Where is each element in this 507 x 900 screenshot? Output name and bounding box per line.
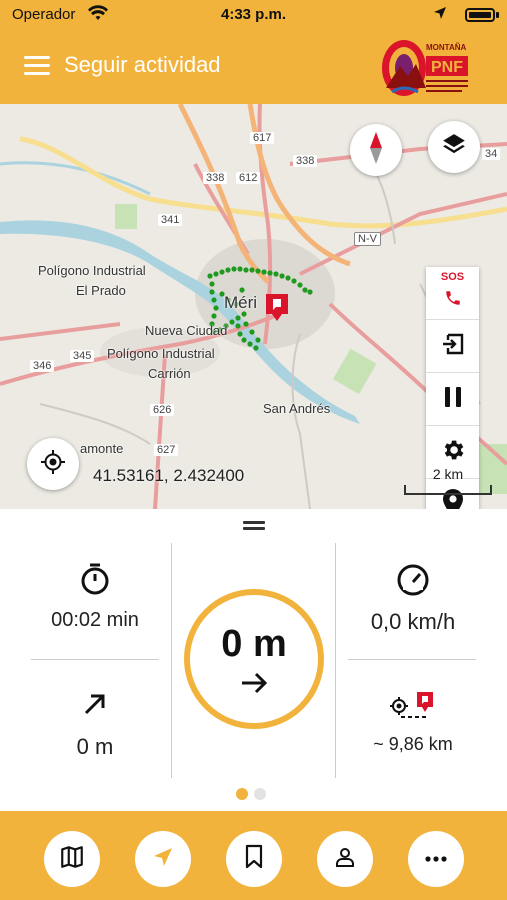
road-label: 626	[150, 404, 175, 416]
page-title: Seguir actividad	[64, 52, 221, 77]
locate-button[interactable]	[27, 438, 79, 490]
clock: 4:33 p.m.	[220, 6, 287, 23]
road-label: 338	[203, 172, 228, 184]
road-label: 346	[30, 360, 55, 372]
speedometer-icon	[333, 559, 493, 599]
place-label: Nueva Ciudad	[145, 323, 228, 338]
bookmark-icon	[243, 844, 265, 875]
road-label: 617	[250, 132, 275, 144]
speed-value: 0,0 km/h	[370, 609, 456, 634]
divider	[348, 659, 476, 660]
sos-button[interactable]: SOS	[426, 267, 479, 320]
bottom-navigation	[0, 811, 507, 900]
nav-profile-button[interactable]	[317, 831, 373, 887]
arrow-up-right-icon	[15, 684, 175, 724]
page-indicator[interactable]	[236, 787, 272, 805]
status-bar: Operador 4:33 p.m.	[0, 0, 507, 32]
compass-icon	[366, 131, 386, 169]
road-label: 34	[482, 148, 501, 160]
navigation-arrow-icon	[151, 845, 175, 874]
compass-button[interactable]	[350, 124, 402, 176]
place-label: El Prado	[76, 283, 126, 298]
coordinates-readout: 41.53161, 2.432400	[93, 466, 245, 485]
battery-icon	[465, 8, 495, 22]
place-label: Polígono Industrial	[107, 346, 215, 361]
elevation-value: 0 m	[76, 734, 114, 759]
place-label-merida: Méri	[224, 293, 258, 312]
divider	[31, 659, 159, 660]
gear-icon	[440, 437, 466, 468]
map-icon	[59, 844, 85, 875]
duration-value: 00:02 min	[51, 609, 139, 631]
stopwatch-icon	[15, 559, 175, 599]
pause-button[interactable]	[426, 373, 479, 426]
battery-cap	[496, 12, 499, 18]
distance-circle: 0 m	[184, 589, 324, 729]
elevation-stat: 0 m	[15, 684, 175, 760]
exit-icon	[440, 331, 466, 362]
drag-handle[interactable]	[243, 521, 265, 533]
speed-stat: 0,0 km/h	[333, 559, 493, 635]
layers-button[interactable]	[428, 121, 480, 173]
phone-icon	[444, 289, 462, 312]
logo-text: MONTAÑA	[426, 43, 467, 52]
gps-locate-icon	[40, 449, 66, 480]
more-dots-icon	[424, 850, 448, 868]
user-icon	[333, 845, 357, 874]
road-label: 612	[236, 172, 261, 184]
page-dot[interactable]	[254, 788, 266, 800]
distance-value: 0 m	[221, 623, 287, 665]
nav-map-button[interactable]	[44, 831, 100, 887]
sos-label: SOS	[440, 271, 465, 283]
distance-to-target-value: ~ 9,86 km	[373, 734, 453, 754]
nav-more-button[interactable]	[408, 831, 464, 887]
activity-stats-panel: 00:02 min 0,0 km/h 0 m 0 m ~ 9,86 km	[0, 509, 507, 811]
scale-bar	[404, 485, 492, 495]
distance-to-pin-icon	[333, 684, 493, 724]
layers-icon	[441, 132, 467, 163]
pause-icon	[442, 385, 464, 414]
exit-button[interactable]	[426, 320, 479, 373]
road-label: 627	[154, 444, 179, 456]
svg-text:PNF: PNF	[431, 59, 463, 76]
location-arrow-icon	[433, 6, 447, 24]
nav-bookmark-button[interactable]	[226, 831, 282, 887]
place-label: Carrión	[148, 366, 191, 381]
place-label: Polígono Industrial	[38, 263, 146, 278]
hamburger-menu-icon[interactable]	[24, 56, 50, 76]
map-view[interactable]: Polígono Industrial El Prado Méri Nueva …	[0, 104, 507, 509]
place-label: amonte	[80, 441, 124, 456]
distance-to-target-stat: ~ 9,86 km	[333, 684, 493, 755]
road-label: 338	[293, 155, 318, 167]
place-label: San Andrés	[263, 401, 331, 416]
scale-label: 2 km	[432, 466, 464, 482]
app-header: Seguir actividad PNF MONTAÑA	[0, 32, 507, 104]
road-label: 345	[70, 350, 95, 362]
map-scale: 2 km	[404, 466, 492, 495]
nav-navigate-button[interactable]	[135, 831, 191, 887]
page-dot-active[interactable]	[236, 788, 248, 800]
duration-stat: 00:02 min	[15, 559, 175, 632]
arrow-right-icon	[190, 670, 318, 701]
road-label: 341	[158, 214, 183, 226]
road-label: N-V	[354, 232, 381, 246]
